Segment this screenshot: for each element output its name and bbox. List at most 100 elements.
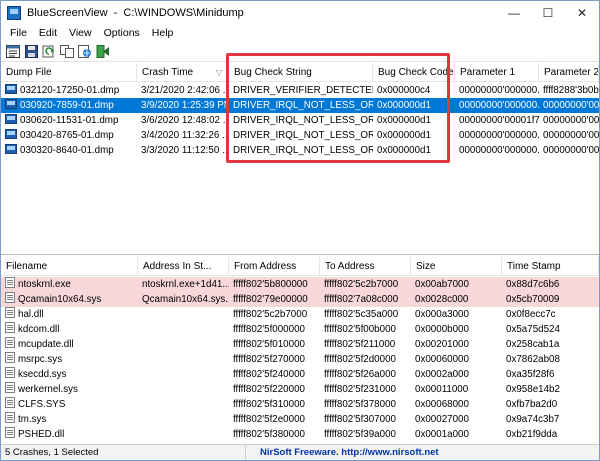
dump-row[interactable]: 030320-8640-01.dmp 3/3/2020 11:12:50 ... D…	[1, 143, 599, 158]
driver-cell	[138, 382, 229, 397]
minimize-button[interactable]: —	[497, 1, 531, 24]
column-parameter-1[interactable]: Parameter 1	[455, 63, 539, 82]
driver-row[interactable]: ksecdd.sys fffff802'5f240000 fffff802'5f26…	[1, 367, 599, 382]
dump-row[interactable]: 032120-17250-01.dmp 3/21/2020 2:42:06 ...…	[1, 83, 599, 98]
column-bug-check-code[interactable]: Bug Check Code	[373, 63, 455, 82]
properties-icon[interactable]	[5, 44, 21, 60]
driver-cell-text: fffff802'5f220000	[233, 384, 305, 395]
driver-cell: fffff802'5f220000	[229, 382, 320, 397]
menu-edit[interactable]: Edit	[33, 27, 63, 39]
dump-row[interactable]: 030420-8765-01.dmp 3/4/2020 11:32:26 ... D…	[1, 128, 599, 143]
dump-file-icon	[5, 144, 17, 154]
maximize-button[interactable]: ☐	[531, 1, 565, 24]
dump-cell: 030920-7859-01.dmp	[1, 98, 137, 113]
column-parameter-2[interactable]: Parameter 2	[539, 63, 599, 82]
dump-cell-text: 0x000000d1	[377, 130, 431, 141]
driver-cell: 0x7862ab08	[502, 352, 599, 367]
refresh-icon[interactable]	[41, 44, 57, 60]
dump-cell: DRIVER_IRQL_NOT_LESS_OR_EQ...	[229, 128, 373, 143]
column-from-address[interactable]: From Address	[229, 257, 320, 276]
driver-cell: fffff802'5f26a000	[320, 367, 411, 382]
driver-cell-text: mcupdate.dll	[18, 339, 74, 350]
driver-cell: fffff802'5b800000	[229, 277, 320, 292]
driver-cell	[138, 337, 229, 352]
driver-cell: 0x0001a000	[411, 427, 502, 442]
driver-cell-text: fffff802'5f00b000	[324, 324, 396, 335]
column-crash-time[interactable]: Crash Time ▽	[137, 63, 229, 82]
driver-row[interactable]: PSHED.dll fffff802'5f380000 fffff802'5f39a…	[1, 427, 599, 442]
exit-icon[interactable]	[95, 44, 111, 60]
dump-row[interactable]: 030920-7859-01.dmp 3/9/2020 1:25:39 PM DRI…	[1, 98, 599, 113]
driver-cell-text: fffff802'5f211000	[324, 339, 396, 350]
driver-cell-text: Qcamain10x64.sys...	[142, 294, 229, 305]
driver-cell-text: 0x958e14b2	[506, 384, 560, 395]
driver-row[interactable]: CLFS.SYS fffff802'5f310000 fffff802'5f3780…	[1, 397, 599, 412]
driver-row[interactable]: tm.sys fffff802'5f2e0000 fffff802'5f307000…	[1, 412, 599, 427]
column-filename[interactable]: Filename	[1, 257, 138, 276]
driver-cell-text: kdcom.dll	[18, 324, 60, 335]
dump-cell-text: 0x000000d1	[377, 100, 431, 111]
dump-cell: 00000000'000000...	[455, 143, 539, 158]
column-bug-check-string[interactable]: Bug Check String	[229, 63, 373, 82]
column-to-address[interactable]: To Address	[320, 257, 411, 276]
driver-cell	[138, 412, 229, 427]
status-summary: 5 Crashes, 1 Selected	[1, 445, 246, 460]
menu-help[interactable]: Help	[146, 27, 180, 39]
driver-row[interactable]: hal.dll fffff802'5c2b7000 fffff802'5c35a00…	[1, 307, 599, 322]
driver-file-icon	[5, 352, 15, 363]
driver-cell: 0x0000b000	[411, 322, 502, 337]
dump-cell-text: 00000000'0000...	[543, 115, 599, 126]
menu-file[interactable]: File	[4, 27, 33, 39]
driver-row[interactable]: ntoskrnl.exe ntoskrnl.exe+1d41... fffff802…	[1, 277, 599, 292]
dump-file-icon	[5, 99, 17, 109]
column-time-stamp[interactable]: Time Stamp	[502, 257, 599, 276]
driver-cell-text: fffff802'79e00000	[233, 294, 308, 305]
driver-row[interactable]: Qcamain10x64.sys Qcamain10x64.sys... fffff…	[1, 292, 599, 307]
driver-cell: fffff802'5f310000	[229, 397, 320, 412]
driver-cell	[138, 322, 229, 337]
driver-cell: 0x00068000	[411, 397, 502, 412]
dump-cell-text: 030320-8640-01.dmp	[20, 145, 114, 156]
driver-cell-text: 0x0028c000	[415, 294, 469, 305]
driver-cell-text: 0x5a75d524	[506, 324, 560, 335]
dump-cell-text: 00000000'0000...	[543, 100, 599, 111]
driver-row[interactable]: msrpc.sys fffff802'5f270000 fffff802'5f2d0…	[1, 352, 599, 367]
driver-cell: fffff802'5f378000	[320, 397, 411, 412]
nirsoft-link[interactable]: NirSoft Freeware. http://www.nirsoft.net	[246, 445, 439, 460]
menu-options[interactable]: Options	[98, 27, 146, 39]
driver-row[interactable]: kdcom.dll fffff802'5f000000 fffff802'5f00b…	[1, 322, 599, 337]
toolbar	[1, 42, 599, 62]
dump-cell-text: DRIVER_IRQL_NOT_LESS_OR_EQ...	[233, 115, 373, 126]
save-icon[interactable]	[23, 44, 39, 60]
driver-cell: fffff802'7a08c000	[320, 292, 411, 307]
html-report-icon[interactable]	[77, 44, 93, 60]
dump-row[interactable]: 030620-11531-01.dmp 3/6/2020 12:48:02 ...…	[1, 113, 599, 128]
driver-cell-text: PSHED.dll	[18, 429, 65, 440]
column-size[interactable]: Size	[411, 257, 502, 276]
dump-file-icon	[5, 129, 17, 139]
driver-cell: 0x00027000	[411, 412, 502, 427]
menu-view[interactable]: View	[63, 27, 98, 39]
menu-bar: File Edit View Options Help	[1, 24, 599, 42]
column-dump-file[interactable]: Dump File	[1, 63, 137, 82]
driver-cell: 0x258cab1a	[502, 337, 599, 352]
driver-cell-text: Qcamain10x64.sys	[18, 294, 102, 305]
driver-cell-text: tm.sys	[18, 414, 47, 425]
driver-cell: hal.dll	[1, 307, 138, 322]
driver-file-icon	[5, 382, 15, 393]
driver-cell-text: fffff802'5f270000	[233, 354, 305, 365]
close-button[interactable]: ✕	[565, 1, 599, 24]
column-address-in-stack[interactable]: Address In St...	[138, 257, 229, 276]
driver-cell-text: fffff802'5f240000	[233, 369, 305, 380]
title-bar[interactable]: BlueScreenView - C:\WINDOWS\Minidump — ☐…	[1, 1, 599, 24]
copy-icon[interactable]	[59, 44, 75, 60]
driver-list[interactable]: Filename Address In St... From Address T…	[1, 257, 599, 443]
dump-cell: DRIVER_IRQL_NOT_LESS_OR_EQ...	[229, 113, 373, 128]
driver-cell: fffff802'79e00000	[229, 292, 320, 307]
driver-row[interactable]: mcupdate.dll fffff802'5f010000 fffff802'5f…	[1, 337, 599, 352]
dump-list[interactable]: Dump File Crash Time ▽ Bug Check String …	[1, 63, 599, 255]
driver-row[interactable]: werkernel.sys fffff802'5f220000 fffff802'5…	[1, 382, 599, 397]
driver-cell	[138, 427, 229, 442]
driver-cell-text: 0x0002a000	[415, 369, 469, 380]
driver-cell-text: ksecdd.sys	[18, 369, 67, 380]
